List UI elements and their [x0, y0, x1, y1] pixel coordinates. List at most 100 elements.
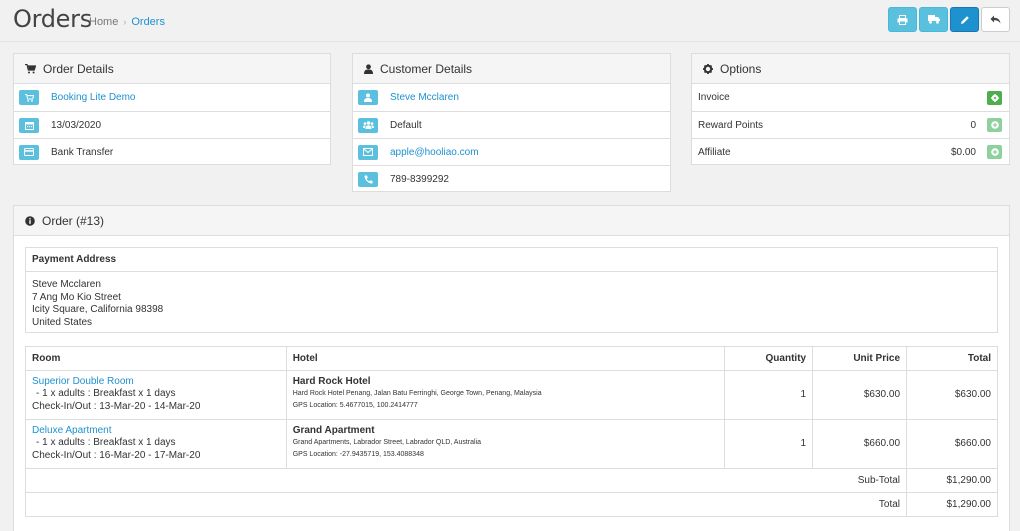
customer-email-link[interactable]: apple@hooliao.com: [390, 147, 479, 158]
cog-icon: [990, 93, 999, 102]
store-link[interactable]: Booking Lite Demo: [51, 92, 136, 103]
store-row: Booking Lite Demo: [14, 84, 330, 111]
address-line: Steve Mcclaren: [32, 279, 101, 290]
hotel-name: Hard Rock Hotel: [292, 376, 371, 387]
shopping-cart-icon: [19, 90, 39, 105]
unit-price-cell: $630.00: [812, 370, 908, 420]
subtotal-label: Sub-Total: [24, 468, 908, 493]
order-products-table: Room Hotel Quantity Unit Price Total Sup…: [24, 346, 998, 517]
reward-points-value: 0: [970, 119, 976, 131]
payment-address-box: Payment Address Steve Mcclaren 7 Ang Mo …: [25, 247, 998, 333]
edit-button[interactable]: [950, 7, 979, 32]
total-cell: $660.00: [906, 419, 998, 469]
total-label: Total: [24, 492, 908, 517]
options-heading: Options: [692, 54, 1009, 84]
options-panel: Options Invoice Reward Points 0 Affiliat…: [691, 53, 1010, 165]
phone-icon: [358, 171, 378, 187]
subtotal-row: Sub-Total $1,290.00: [24, 468, 998, 493]
print-icon: [897, 14, 908, 25]
customer-details-heading: Customer Details: [353, 54, 670, 84]
hotel-address: Hard Rock Hotel Penang, Jalan Batu Ferri…: [292, 390, 542, 397]
quantity-cell: 1: [724, 419, 814, 469]
table-row: Superior Double Room - 1 x adults : Brea…: [25, 370, 998, 420]
column-header-total: Total: [906, 346, 998, 371]
page-title: Orders: [13, 5, 92, 33]
address-line: United States: [32, 316, 93, 328]
unit-price-cell: $660.00: [812, 419, 908, 469]
reply-icon: [990, 15, 1001, 24]
table-row: Deluxe Apartment - 1 x adults : Breakfas…: [25, 419, 998, 469]
order-date: 13/03/2020: [51, 119, 102, 131]
customer-email-row: apple@hooliao.com: [353, 138, 670, 165]
calendar-icon: [19, 117, 39, 133]
address-line: 7 Ang Mo Kio Street: [32, 291, 121, 303]
envelope-icon: [358, 144, 378, 160]
add-commission-button[interactable]: [987, 145, 1002, 159]
breadcrumb-home[interactable]: Home: [89, 16, 118, 28]
user-icon: [364, 63, 373, 74]
truck-icon: [927, 15, 940, 24]
hotel-name: Grand Apartment: [292, 425, 375, 436]
order-panel: Order (#13) Payment Address Steve Mcclar…: [13, 205, 1010, 531]
order-details-title: Order Details: [43, 61, 114, 76]
plus-circle-icon: [990, 121, 999, 129]
affiliate-value: $0.00: [950, 146, 976, 158]
user-icon: [358, 90, 378, 105]
group-icon: [358, 117, 378, 133]
room-option: - 1 x adults : Breakfast x 1 days: [36, 388, 176, 400]
room-link[interactable]: Deluxe Apartment: [32, 425, 280, 437]
credit-card-icon: [19, 144, 39, 160]
payment-method-row: Bank Transfer: [14, 138, 330, 165]
address-line: Icity Square, California 98398: [32, 304, 164, 315]
column-header-room: Room: [25, 346, 287, 371]
invoice-label: Invoice: [698, 92, 730, 103]
hotel-gps: GPS Location: 5.4677015, 100.2414777: [292, 402, 418, 409]
affiliate-label: Affiliate: [698, 146, 731, 158]
total-row: Total $1,290.00: [24, 492, 998, 517]
plus-circle-icon: [990, 148, 999, 156]
page-header: Orders Home › Orders: [0, 0, 1020, 42]
add-reward-points-button[interactable]: [987, 118, 1002, 132]
order-details-panel: Order Details Booking Lite Demo 13/03/20…: [13, 53, 331, 165]
affiliate-row: Affiliate $0.00: [692, 138, 1009, 165]
generate-invoice-button[interactable]: [987, 90, 1002, 105]
payment-method: Bank Transfer: [51, 146, 114, 158]
room-checkin: Check-In/Out : 13-Mar-20 - 14-Mar-20: [32, 400, 201, 412]
hotel-address: Grand Apartments, Labrador Street, Labra…: [292, 439, 482, 446]
info-circle-icon: [25, 215, 35, 226]
customer-phone-row: 789-8399292: [353, 165, 670, 192]
table-header-row: Room Hotel Quantity Unit Price Total: [25, 346, 998, 371]
customer-phone: 789-8399292: [390, 173, 449, 185]
column-header-unit-price: Unit Price: [812, 346, 908, 371]
subtotal-value: $1,290.00: [906, 468, 998, 493]
pencil-icon: [960, 15, 969, 24]
back-button[interactable]: [981, 7, 1010, 32]
print-invoice-button[interactable]: [888, 7, 917, 32]
reward-points-row: Reward Points 0: [692, 111, 1009, 138]
column-header-quantity: Quantity: [724, 346, 814, 371]
order-details-heading: Order Details: [14, 54, 330, 84]
room-option: - 1 x adults : Breakfast x 1 days: [36, 437, 176, 449]
customer-details-title: Customer Details: [380, 61, 473, 76]
customer-group: Default: [390, 119, 422, 131]
invoice-row: Invoice: [692, 84, 1009, 111]
column-header-hotel: Hotel: [285, 346, 726, 371]
room-link[interactable]: Superior Double Room: [32, 376, 280, 388]
print-shipping-button[interactable]: [919, 7, 948, 32]
breadcrumb-orders[interactable]: Orders: [131, 16, 165, 28]
breadcrumb: Home › Orders: [89, 16, 165, 28]
payment-address-heading: Payment Address: [32, 254, 117, 265]
customer-name-link[interactable]: Steve Mcclaren: [390, 92, 459, 103]
order-heading: Order (#13): [14, 206, 1009, 236]
total-value: $1,290.00: [906, 492, 998, 517]
options-title: Options: [720, 61, 762, 76]
shopping-cart-icon: [25, 63, 36, 74]
cog-icon: [703, 63, 713, 74]
reward-points-label: Reward Points: [698, 119, 764, 131]
total-cell: $630.00: [906, 370, 998, 420]
order-title: Order (#13): [42, 213, 105, 228]
quantity-cell: 1: [724, 370, 814, 420]
customer-group-row: Default: [353, 111, 670, 138]
room-checkin: Check-In/Out : 16-Mar-20 - 17-Mar-20: [32, 449, 201, 461]
customer-name-row: Steve Mcclaren: [353, 84, 670, 111]
